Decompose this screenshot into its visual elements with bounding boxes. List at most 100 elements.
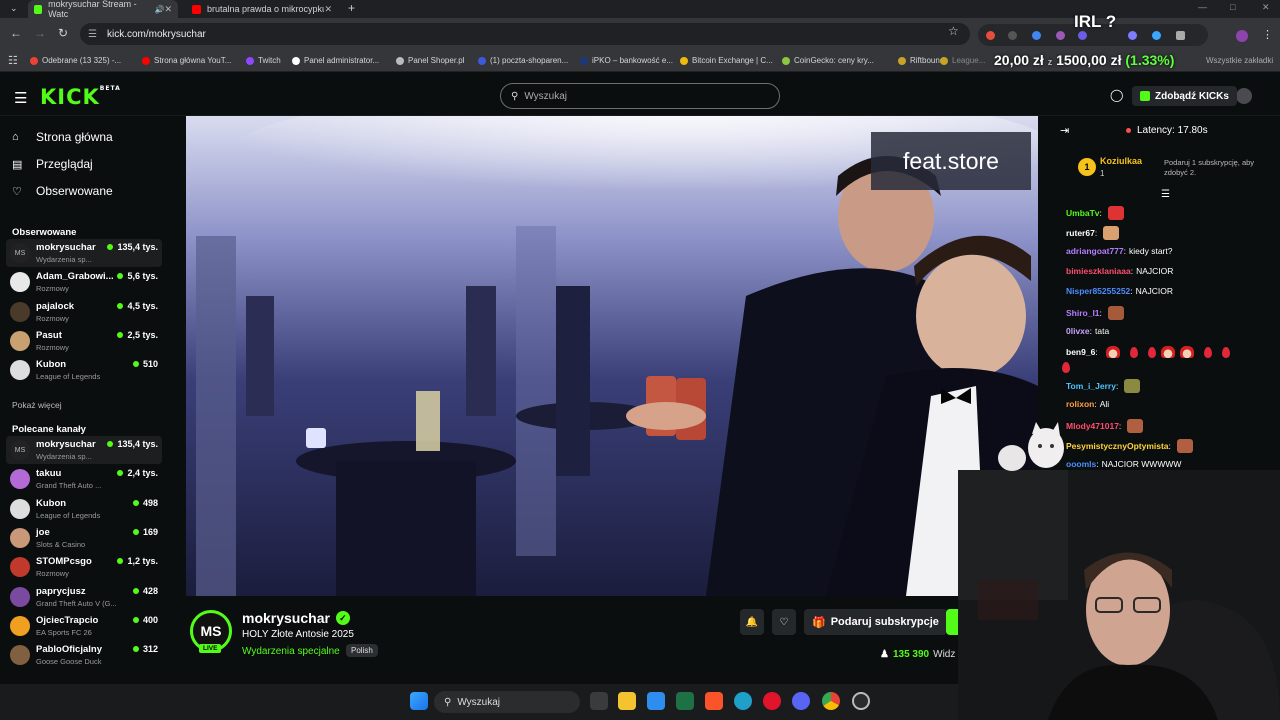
extension-icon[interactable] (1152, 31, 1161, 40)
url-input[interactable]: ☰ kick.com/mokrysuchar (80, 23, 970, 45)
extension-icon[interactable] (1008, 31, 1017, 40)
search-input[interactable]: ⚲ Wyszukaj (500, 83, 780, 109)
menu-icon[interactable]: ☰ (14, 89, 27, 107)
bookmark-star-icon[interactable]: ☆ (948, 24, 959, 38)
channel-row[interactable]: Adam_Grabowi... Rozmowy 5,6 tys. (6, 268, 162, 296)
collapse-chat-icon[interactable]: ⇥ (1060, 124, 1069, 137)
channel-row[interactable]: pajalock Rozmowy 4,5 tys. (6, 298, 162, 326)
bookmark-item[interactable]: League... (940, 56, 985, 65)
channel-name: paprycjusz (36, 585, 86, 597)
show-more-link[interactable]: Pokaż więcej (12, 400, 62, 410)
maximize-icon[interactable]: □ (1230, 2, 1235, 12)
windows-start-icon[interactable] (410, 692, 428, 710)
site-info-icon[interactable]: ☰ (88, 29, 97, 40)
back-icon[interactable]: ← (10, 26, 22, 40)
bookmark-item[interactable]: Strona główna YouT... (142, 56, 231, 65)
follow-button[interactable]: ♡ (772, 609, 796, 635)
chat-username[interactable]: Tom_i_Jerry (1066, 381, 1116, 391)
channel-category: Wydarzenia sp... (36, 255, 92, 264)
extension-icon[interactable] (1078, 31, 1087, 40)
gift-sub-button[interactable]: 🎁 Podaruj subskrypcje (804, 609, 947, 635)
goal-username[interactable]: Koziulkaa (1100, 156, 1142, 166)
channel-row[interactable]: paprycjusz Grand Theft Auto V (G... 428 (6, 583, 162, 611)
chat-username[interactable]: 0livxe (1066, 326, 1090, 336)
chat-username[interactable]: ben9_6 (1066, 347, 1095, 357)
tab-list-chevron-icon[interactable]: ⌄ (10, 3, 18, 14)
nav-browse[interactable]: ▤ Przeglądaj (12, 157, 93, 171)
extension-icon[interactable] (986, 31, 995, 40)
channel-row[interactable]: Pasut Rozmowy 2,5 tys. (6, 327, 162, 355)
notifications-icon[interactable]: ◯ (1110, 88, 1123, 102)
bookmark-item[interactable]: Panel administrator... (292, 56, 379, 65)
notification-bell-button[interactable]: 🔔 (740, 609, 764, 635)
new-tab-icon[interactable]: + (348, 1, 355, 15)
bookmark-item[interactable]: Twitch (246, 56, 281, 65)
chat-username[interactable]: bimieszklaniaaa (1066, 266, 1131, 276)
tab-kick[interactable]: mokrysuchar Stream - Watc 🔊 ✕ (28, 0, 178, 19)
bookmark-item[interactable]: Odebrane (13 325) -... (30, 56, 121, 65)
file-explorer-icon[interactable] (618, 692, 636, 710)
chat-username[interactable]: PesymistycznyOptymista (1066, 441, 1169, 451)
menu-dots-icon[interactable]: ⋮ (1262, 28, 1273, 41)
channel-row[interactable]: joe Slots & Casino 169 (6, 524, 162, 552)
excel-icon[interactable] (676, 692, 694, 710)
user-avatar[interactable] (1236, 88, 1252, 104)
channel-row[interactable]: Kubon League of Legends 498 (6, 495, 162, 523)
bookmark-item[interactable]: Riftbound (898, 56, 944, 65)
chat-username[interactable]: Shiro_I1 (1066, 308, 1100, 318)
edge-icon[interactable] (734, 692, 752, 710)
bookmark-item[interactable]: Wszystkie zakładki (1206, 56, 1273, 65)
channel-name[interactable]: mokrysuchar ✓ (242, 610, 350, 626)
extension-icon[interactable] (1032, 31, 1041, 40)
chat-username[interactable]: ruter67 (1066, 228, 1095, 238)
channel-row[interactable]: MS mokrysuchar Wydarzenia sp... 135,4 tys. (6, 436, 162, 464)
chat-username[interactable]: Mlody471017 (1066, 421, 1119, 431)
minimize-icon[interactable]: — (1198, 2, 1207, 12)
bookmark-item[interactable]: CoinGecko: ceny kry... (782, 56, 874, 65)
chat-username[interactable]: Nisper85255252 (1066, 286, 1130, 296)
close-window-icon[interactable]: ✕ (1262, 2, 1270, 13)
channel-row[interactable]: STOMPcsgo Rozmowy 1,2 tys. (6, 553, 162, 581)
tab-youtube[interactable]: brutalna prawda o mikrocypku ✕ (186, 0, 338, 18)
bookmark-item[interactable]: Panel Shoper.pl (396, 56, 465, 65)
stream-title: HOLY Złote Antosie 2025 (242, 629, 354, 640)
puzzle-icon[interactable] (1176, 31, 1185, 40)
bookmark-item[interactable]: Bitcoin Exchange | C... (680, 56, 773, 65)
channel-row[interactable]: OjciecTrapcio EA Sports FC 26 400 (6, 612, 162, 640)
channel-row[interactable]: Kubon League of Legends 510 (6, 356, 162, 384)
apps-icon[interactable]: ☷ (8, 54, 18, 67)
nav-home[interactable]: ⌂ Strona główna (12, 130, 113, 144)
chat-username[interactable]: UmbaTv (1066, 208, 1100, 218)
store-icon[interactable] (647, 692, 665, 710)
get-kicks-button[interactable]: Zdobądź KICKs (1132, 86, 1237, 106)
reload-icon[interactable]: ↻ (58, 26, 68, 40)
bookmark-item[interactable]: iPKO – bankowość e... (580, 56, 673, 65)
chat-username[interactable]: ooomls (1066, 459, 1096, 469)
search-icon: ⚲ (511, 90, 519, 102)
kick-logo[interactable]: KICKBETA (40, 85, 121, 109)
forward-icon[interactable]: → (34, 26, 46, 40)
brave-icon[interactable] (705, 692, 723, 710)
close-tab-icon[interactable]: ✕ (324, 4, 332, 15)
expand-pinned-icon[interactable]: ☰ (1161, 189, 1170, 200)
discord-icon[interactable] (792, 692, 810, 710)
extension-icon[interactable] (1128, 31, 1137, 40)
opera-icon[interactable] (763, 692, 781, 710)
task-view-icon[interactable] (590, 692, 608, 710)
channel-row[interactable]: PabloOficjalny Goose Goose Duck 312 (6, 641, 162, 669)
channel-row[interactable]: MS mokrysuchar Wydarzenia sp... 135,4 tys. (6, 239, 162, 267)
taskbar-search-input[interactable]: ⚲ Wyszukaj (434, 691, 580, 713)
stream-category[interactable]: Wydarzenia specjalne (242, 646, 340, 657)
obs-icon[interactable] (852, 692, 870, 710)
nav-following[interactable]: ♡ Obserwowane (12, 184, 113, 198)
close-tab-icon[interactable]: ✕ (164, 4, 172, 15)
chrome-icon[interactable] (822, 692, 840, 710)
bookmark-item[interactable]: (1) poczta-shoparen... (478, 56, 568, 65)
overlay-price-2: 1500,00 zł (1056, 52, 1122, 68)
language-tag[interactable]: Polish (346, 644, 378, 657)
profile-avatar[interactable] (1236, 30, 1248, 42)
chat-username[interactable]: rolixon (1066, 399, 1094, 409)
extension-icon[interactable] (1056, 31, 1065, 40)
channel-row[interactable]: takuu Grand Theft Auto ... 2,4 tys. (6, 465, 162, 493)
chat-username[interactable]: adriangoat777 (1066, 246, 1124, 256)
